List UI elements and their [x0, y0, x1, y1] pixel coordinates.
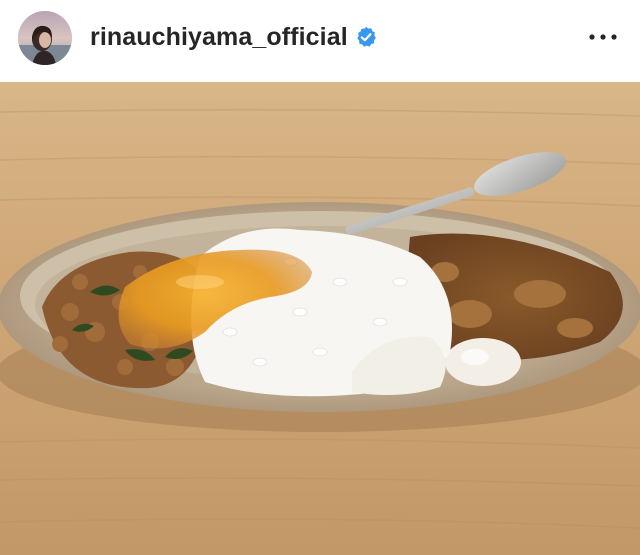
curry-rice-plate-image [0, 82, 640, 555]
username-row: rinauchiyama_official [90, 22, 377, 52]
post-photo[interactable] [0, 82, 640, 555]
verified-badge-icon [355, 26, 377, 48]
username-link[interactable]: rinauchiyama_official [90, 23, 348, 52]
post-header: rinauchiyama_official [0, 0, 640, 82]
avatar-image [18, 11, 72, 65]
more-options-icon[interactable] [588, 23, 618, 51]
profile-avatar[interactable] [18, 11, 72, 65]
